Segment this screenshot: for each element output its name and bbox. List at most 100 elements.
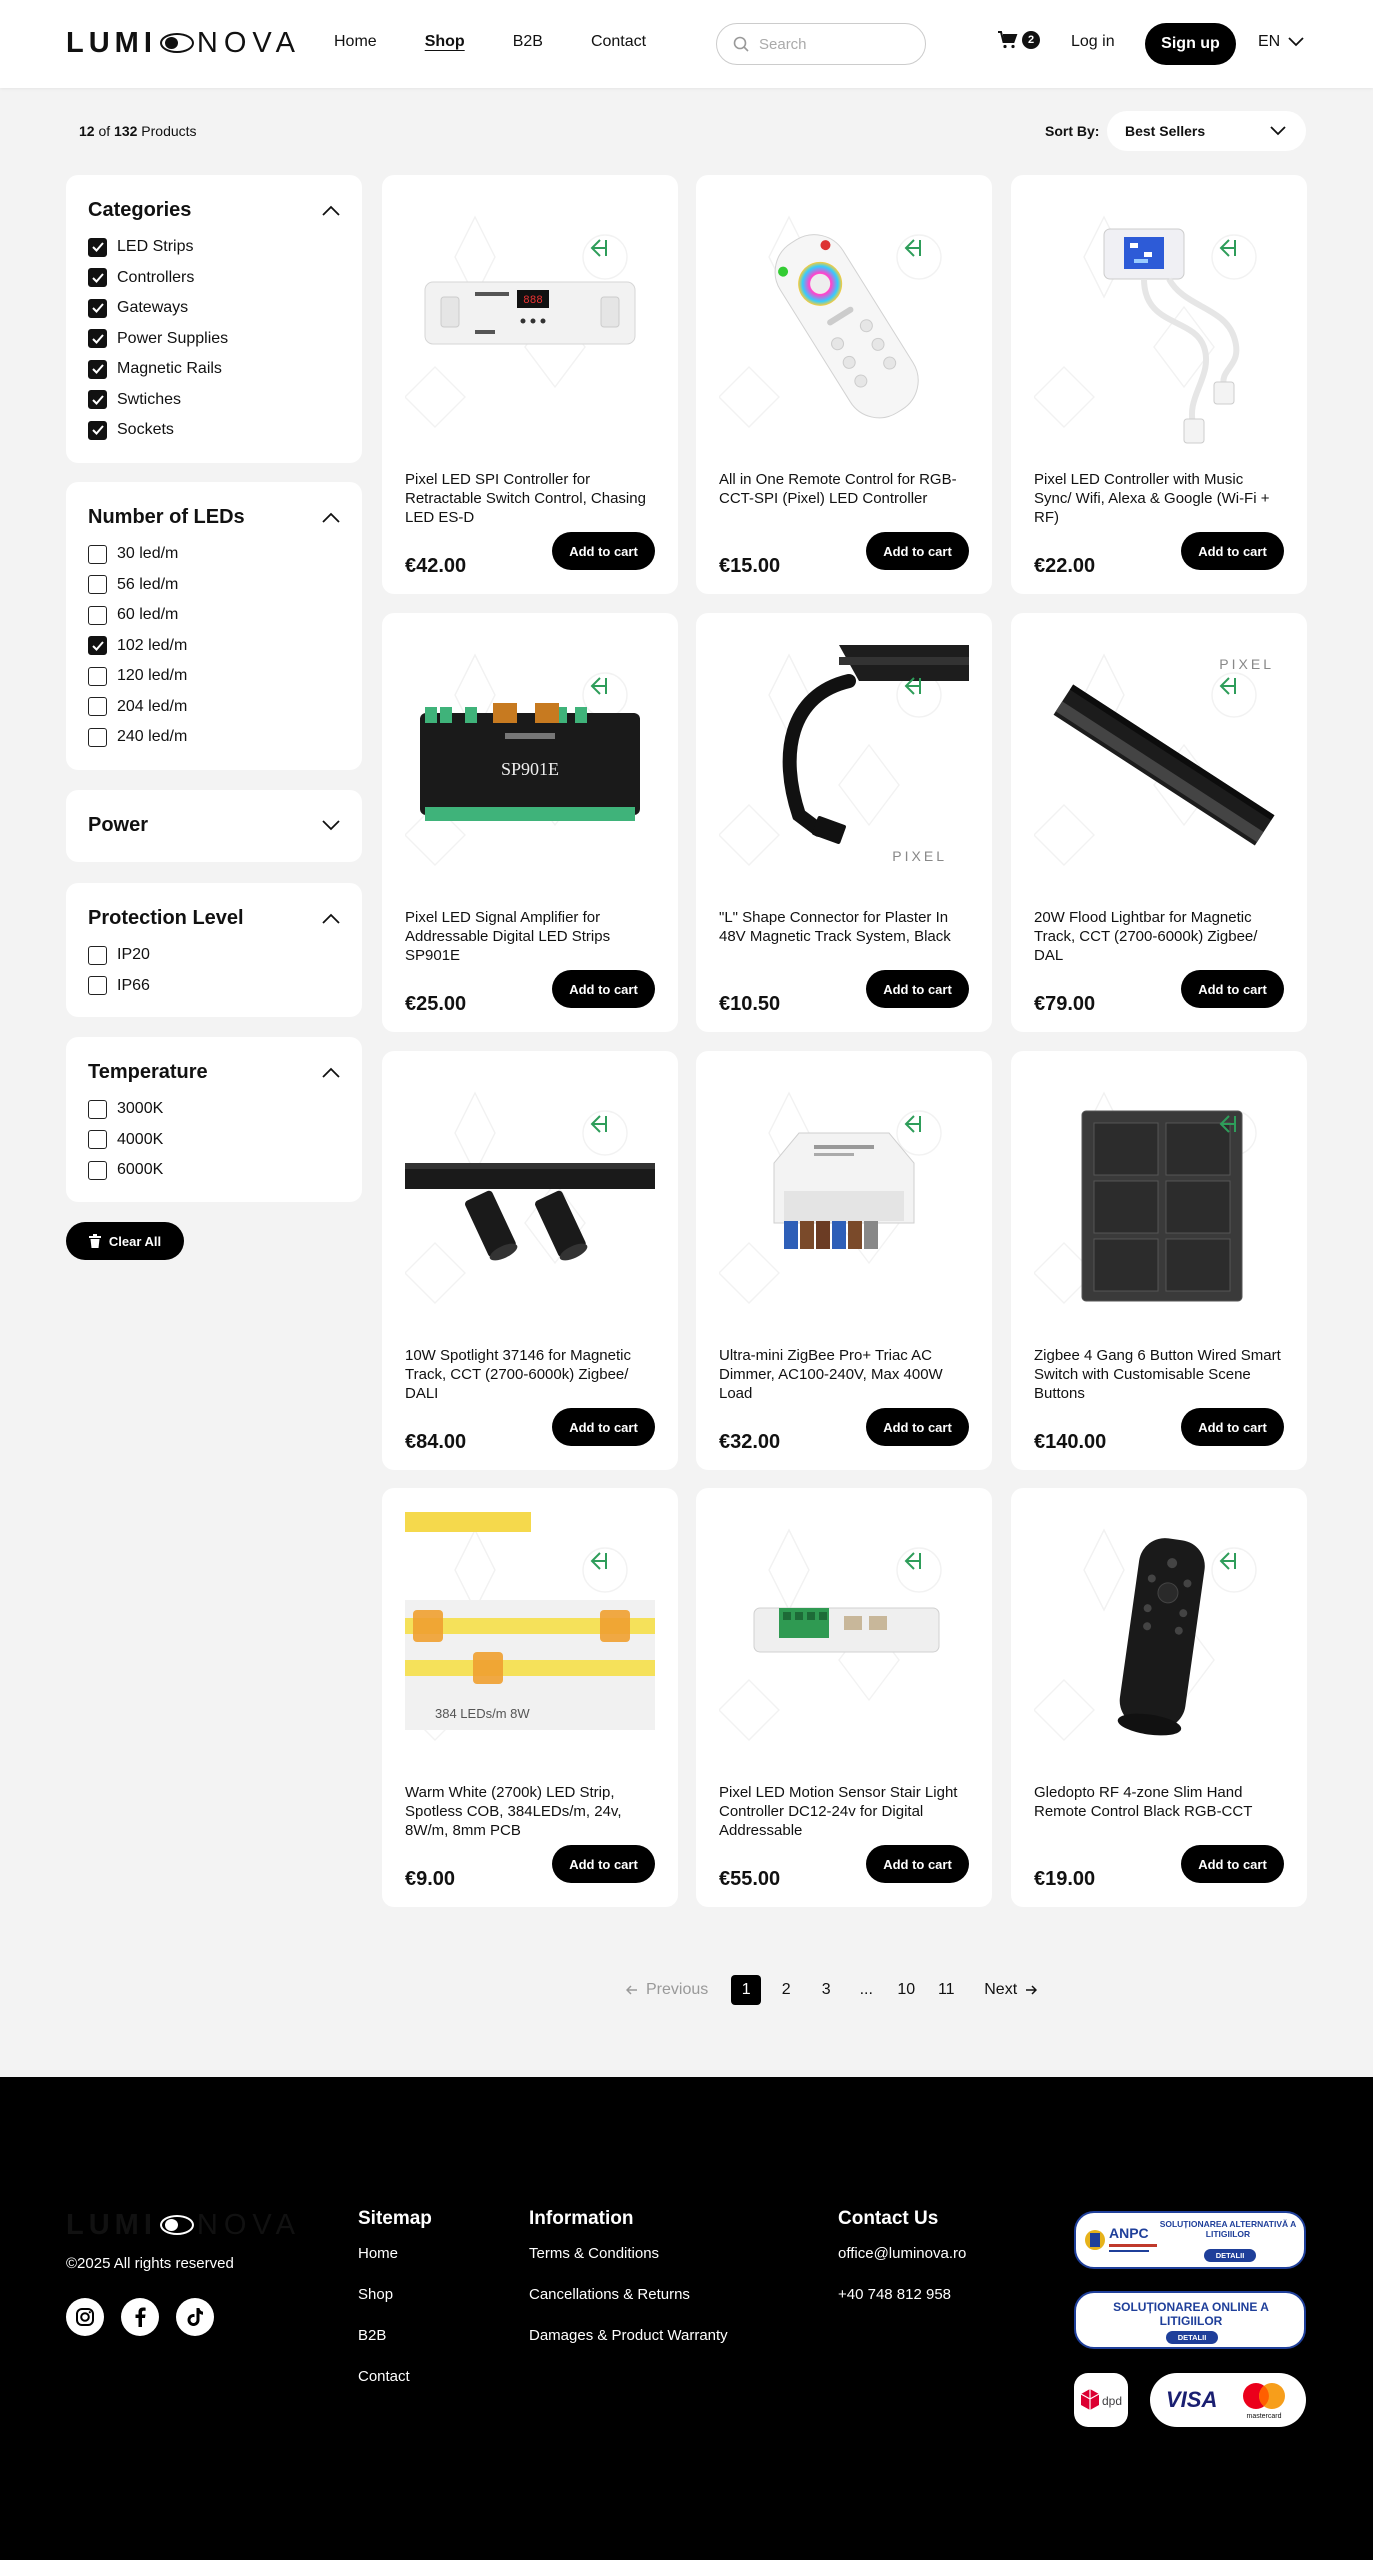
- add-to-cart-button[interactable]: Add to cart: [866, 970, 969, 1008]
- product-card[interactable]: Zigbee 4 Gang 6 Button Wired Smart Switc…: [1011, 1051, 1307, 1470]
- footer-link[interactable]: Contact: [358, 2368, 432, 2409]
- filter-option[interactable]: 240 led/m: [88, 722, 340, 753]
- checkbox-checked[interactable]: [88, 390, 107, 410]
- pagination-previous[interactable]: Previous: [626, 1981, 708, 1999]
- filter-option[interactable]: 120 led/m: [88, 661, 340, 692]
- add-to-cart-button[interactable]: Add to cart: [552, 532, 655, 570]
- checkbox[interactable]: [88, 544, 107, 564]
- product-card[interactable]: Pixel LED Motion Sensor Stair Light Cont…: [696, 1488, 992, 1907]
- product-image-zigbee-dimmer[interactable]: [718, 1073, 969, 1323]
- add-to-cart-button[interactable]: Add to cart: [1181, 532, 1284, 570]
- checkbox-checked[interactable]: [88, 298, 107, 318]
- product-card[interactable]: PIXEL 20W Flood Lightbar for Magnetic Tra…: [1011, 613, 1307, 1032]
- product-image-spotlights[interactable]: [404, 1073, 665, 1323]
- product-name[interactable]: Pixel LED Signal Amplifier for Addressab…: [405, 908, 655, 965]
- product-name[interactable]: 10W Spotlight 37146 for Magnetic Track, …: [405, 1346, 655, 1403]
- footer-link[interactable]: Home: [358, 2245, 432, 2286]
- product-name[interactable]: Pixel LED Controller with Music Sync/ Wi…: [1034, 470, 1284, 527]
- filter-option[interactable]: IP20: [88, 940, 340, 971]
- checkbox-checked[interactable]: [88, 329, 107, 349]
- checkbox[interactable]: [88, 575, 107, 595]
- product-name[interactable]: 20W Flood Lightbar for Magnetic Track, C…: [1034, 908, 1284, 965]
- filter-option[interactable]: Controllers: [88, 263, 340, 294]
- product-name[interactable]: "L" Shape Connector for Plaster In 48V M…: [719, 908, 969, 946]
- add-to-cart-button[interactable]: Add to cart: [1181, 970, 1284, 1008]
- checkbox-checked[interactable]: [88, 359, 107, 379]
- pagination-page[interactable]: 3: [811, 1975, 841, 2005]
- sol-badge[interactable]: SOLUȚIONAREA ONLINE A LITIGIILOR DETALII: [1074, 2291, 1306, 2349]
- product-image-remote-black[interactable]: [1033, 1510, 1284, 1760]
- add-to-cart-button[interactable]: Add to cart: [552, 1408, 655, 1446]
- sal-details-button[interactable]: DETALII: [1204, 2249, 1256, 2262]
- product-card[interactable]: Pixel LED Controller with Music Sync/ Wi…: [1011, 175, 1307, 594]
- add-to-cart-button[interactable]: Add to cart: [866, 1845, 969, 1883]
- checkbox[interactable]: [88, 1130, 107, 1150]
- product-name[interactable]: Warm White (2700k) LED Strip, Spotless C…: [405, 1783, 655, 1840]
- checkbox[interactable]: [88, 727, 107, 747]
- search-input[interactable]: [759, 35, 899, 53]
- sol-details-button[interactable]: DETALII: [1166, 2331, 1218, 2344]
- product-card[interactable]: Gledopto RF 4-zone Slim Hand Remote Cont…: [1011, 1488, 1307, 1907]
- cart-button[interactable]: 2: [998, 31, 1040, 49]
- checkbox[interactable]: [88, 697, 107, 717]
- pagination-page[interactable]: 11: [931, 1975, 961, 2005]
- language-selector[interactable]: EN: [1258, 33, 1304, 51]
- product-image-led-strip[interactable]: 384 LEDs/m 8W: [404, 1510, 655, 1760]
- product-name[interactable]: Gledopto RF 4-zone Slim Hand Remote Cont…: [1034, 1783, 1284, 1821]
- product-image-wall-switch[interactable]: [1033, 1073, 1284, 1323]
- product-card[interactable]: PIXEL "L" Shape Connector for Plaster In …: [696, 613, 992, 1032]
- filter-header[interactable]: Protection Level: [88, 905, 340, 931]
- product-image-remote-white[interactable]: [718, 197, 969, 447]
- filter-option[interactable]: 3000K: [88, 1094, 340, 1125]
- nav-home[interactable]: Home: [334, 33, 377, 51]
- clear-all-button[interactable]: Clear All: [66, 1222, 184, 1260]
- footer-link[interactable]: B2B: [358, 2327, 432, 2368]
- product-image-signal-amplifier[interactable]: SP901E: [404, 635, 655, 885]
- pagination-next[interactable]: Next: [984, 1981, 1038, 1999]
- checkbox[interactable]: [88, 976, 107, 996]
- filter-option[interactable]: 4000K: [88, 1125, 340, 1156]
- add-to-cart-button[interactable]: Add to cart: [866, 1408, 969, 1446]
- footer-link[interactable]: Cancellations & Returns: [529, 2286, 728, 2327]
- nav-contact[interactable]: Contact: [591, 33, 646, 51]
- filter-option[interactable]: Magnetic Rails: [88, 354, 340, 385]
- search-box[interactable]: [716, 23, 926, 65]
- checkbox[interactable]: [88, 1160, 107, 1180]
- product-card[interactable]: Ultra-mini ZigBee Pro+ Triac AC Dimmer, …: [696, 1051, 992, 1470]
- nav-b2b[interactable]: B2B: [513, 33, 543, 51]
- footer-link[interactable]: Shop: [358, 2286, 432, 2327]
- facebook-icon[interactable]: [121, 2298, 159, 2336]
- add-to-cart-button[interactable]: Add to cart: [552, 970, 655, 1008]
- product-name[interactable]: Pixel LED SPI Controller for Retractable…: [405, 470, 655, 527]
- sort-dropdown[interactable]: Best Sellers: [1107, 111, 1306, 151]
- filter-header[interactable]: Categories: [88, 197, 340, 223]
- filter-option[interactable]: LED Strips: [88, 232, 340, 263]
- product-name[interactable]: Pixel LED Motion Sensor Stair Light Cont…: [719, 1783, 969, 1840]
- filter-option[interactable]: 204 led/m: [88, 692, 340, 723]
- pagination-page[interactable]: 2: [771, 1975, 801, 2005]
- filter-option[interactable]: Gateways: [88, 293, 340, 324]
- checkbox-checked[interactable]: [88, 420, 107, 440]
- product-image-stair-controller[interactable]: [718, 1510, 969, 1760]
- tiktok-icon[interactable]: [176, 2298, 214, 2336]
- login-link[interactable]: Log in: [1071, 33, 1115, 51]
- brand-logo[interactable]: LUMI NOVA: [66, 26, 301, 60]
- filter-option[interactable]: Swtiches: [88, 385, 340, 416]
- product-image-wifi-controller[interactable]: [1033, 197, 1284, 447]
- footer-logo[interactable]: LUMI NOVA: [66, 2208, 301, 2242]
- checkbox-checked[interactable]: [88, 268, 107, 288]
- add-to-cart-button[interactable]: Add to cart: [1181, 1408, 1284, 1446]
- filter-header[interactable]: Power: [88, 812, 340, 838]
- filter-option[interactable]: IP66: [88, 971, 340, 1002]
- checkbox-checked[interactable]: [88, 636, 107, 656]
- instagram-icon[interactable]: [66, 2298, 104, 2336]
- product-name[interactable]: All in One Remote Control for RGB-CCT-SP…: [719, 470, 969, 508]
- checkbox[interactable]: [88, 605, 107, 625]
- product-card[interactable]: 888 Pixel LED SPI Controller for Retracta…: [382, 175, 678, 594]
- checkbox[interactable]: [88, 945, 107, 965]
- filter-option[interactable]: 30 led/m: [88, 539, 340, 570]
- filter-power[interactable]: Power: [66, 790, 362, 862]
- product-name[interactable]: Zigbee 4 Gang 6 Button Wired Smart Switc…: [1034, 1346, 1284, 1403]
- signup-button[interactable]: Sign up: [1145, 23, 1236, 65]
- product-image-controller-box[interactable]: 888: [404, 197, 655, 447]
